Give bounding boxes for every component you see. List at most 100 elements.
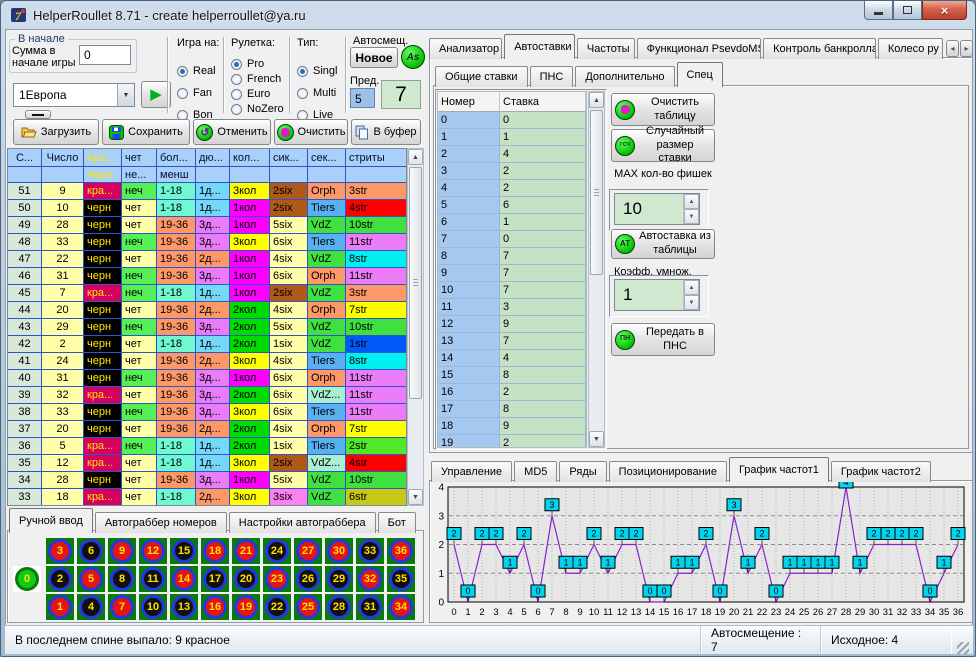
close-button[interactable]: ×: [922, 1, 967, 20]
bet-table-row[interactable]: 11: [438, 129, 586, 146]
roulette-number-3[interactable]: 3: [46, 538, 74, 564]
table-row[interactable]: 365кра...неч1-181д...2кол1sixTiers2str: [8, 438, 406, 455]
roulette-number-28[interactable]: 28: [325, 594, 353, 620]
roulette-number-12[interactable]: 12: [139, 538, 167, 564]
roulette-number-24[interactable]: 24: [263, 538, 291, 564]
maximize-button[interactable]: [893, 1, 922, 20]
new-button[interactable]: Новое: [350, 47, 398, 68]
chart-tab-5[interactable]: График частот2: [831, 461, 931, 482]
radio-pro[interactable]: Pro: [231, 58, 284, 70]
bet-table-row[interactable]: 70: [438, 231, 586, 248]
stepper-up-button[interactable]: ▲: [684, 280, 699, 295]
table-row[interactable]: 3428чернчет19-363д...1кол5sixVdZ10str: [8, 472, 406, 489]
bet-table-row[interactable]: 87: [438, 248, 586, 265]
bet-table-row[interactable]: 97: [438, 265, 586, 282]
roulette-number-11[interactable]: 11: [139, 566, 167, 592]
table-row[interactable]: 3932кра...чет19-363д...2кол6sixVdZ...11s…: [8, 387, 406, 404]
bet-table-row[interactable]: 56: [438, 197, 586, 214]
table-row[interactable]: 4420чернчет19-362д...2кол4sixOrph7str: [8, 302, 406, 319]
table-row[interactable]: 4833черннеч19-363д...3кол6sixTiers11str: [8, 234, 406, 251]
analyzer-tab-3[interactable]: Функционал PsevdoMS: [637, 38, 761, 59]
table-row[interactable]: 4631черннеч19-363д...1кол6sixOrph11str: [8, 268, 406, 285]
roulette-number-34[interactable]: 34: [387, 594, 415, 620]
chart-tab-3[interactable]: Позиционирование: [609, 461, 727, 482]
roulette-number-22[interactable]: 22: [263, 594, 291, 620]
resize-grip[interactable]: [957, 642, 969, 654]
input-tab-0[interactable]: Ручной ввод: [9, 508, 93, 533]
autobets-subtab-1[interactable]: ПНС: [530, 66, 574, 87]
send-to-pns-button[interactable]: ПН Передать в ПНС: [611, 323, 715, 356]
roulette-number-32[interactable]: 32: [356, 566, 384, 592]
bet-table-row[interactable]: 00: [438, 112, 586, 129]
bet-table-row[interactable]: 129: [438, 316, 586, 333]
table-row[interactable]: 3318кра...чет1-182д...3кол3sixVdZ6str: [8, 489, 406, 506]
roulette-number-30[interactable]: 30: [325, 538, 353, 564]
table-row[interactable]: 3833черннеч19-363д...3кол6sixTiers11str: [8, 404, 406, 421]
table-row[interactable]: 3512кра...чет1-181д...3кол2sixVdZ...4str: [8, 455, 406, 472]
roulette-number-2[interactable]: 2: [46, 566, 74, 592]
bet-table-row[interactable]: 32: [438, 163, 586, 180]
chevron-down-icon[interactable]: ▼: [117, 84, 134, 106]
game-select[interactable]: 1Европа ▼: [13, 83, 135, 107]
input-tab-2[interactable]: Настройки автограббера: [229, 512, 376, 533]
table-row[interactable]: 4928чернчет19-363д...1кол5sixVdZ10str: [8, 217, 406, 234]
coef-value[interactable]: 1: [615, 280, 683, 310]
clear-bet-table-button[interactable]: Очистить таблицу: [611, 93, 715, 126]
bet-table-row[interactable]: 113: [438, 299, 586, 316]
tab-scroll-left-button[interactable]: ◂: [946, 40, 959, 57]
bet-table-row[interactable]: 61: [438, 214, 586, 231]
table-row[interactable]: 422чернчет1-181д...2кол1sixVdZ1str: [8, 336, 406, 353]
radio-euro[interactable]: Euro: [231, 88, 284, 100]
stepper-down-button[interactable]: ▼: [684, 295, 699, 310]
roulette-number-17[interactable]: 17: [201, 566, 229, 592]
bet-table-row[interactable]: 144: [438, 350, 586, 367]
roulette-number-4[interactable]: 4: [77, 594, 105, 620]
chart-tab-2[interactable]: Ряды: [559, 461, 606, 482]
radio-french[interactable]: French: [231, 73, 284, 85]
undo-button[interactable]: ↺ Отменить: [193, 119, 271, 145]
table-row[interactable]: 519кра...неч1-181д...3кол2sixOrph3str: [8, 183, 406, 200]
table-row[interactable]: 4722чернчет19-362д...1кол4sixVdZ8str: [8, 251, 406, 268]
start-sum-input[interactable]: [79, 45, 131, 65]
roulette-number-6[interactable]: 6: [77, 538, 105, 564]
radio-multi[interactable]: Multi: [297, 87, 337, 99]
scroll-down-button[interactable]: ▼: [408, 489, 423, 505]
bet-table-row[interactable]: 189: [438, 418, 586, 435]
roulette-number-33[interactable]: 33: [356, 538, 384, 564]
roulette-number-0[interactable]: 0: [13, 566, 41, 592]
chart-tab-4[interactable]: График частот1: [729, 457, 829, 482]
bet-table-row[interactable]: 158: [438, 367, 586, 384]
roulette-number-35[interactable]: 35: [387, 566, 415, 592]
roulette-number-1[interactable]: 1: [46, 594, 74, 620]
bet-table-row[interactable]: 42: [438, 180, 586, 197]
analyzer-tab-5[interactable]: Колесо ру: [878, 38, 943, 59]
spins-table-scrollbar[interactable]: ▲ ▼: [407, 148, 424, 506]
roulette-number-23[interactable]: 23: [263, 566, 291, 592]
bet-table-row[interactable]: 107: [438, 282, 586, 299]
roulette-number-29[interactable]: 29: [325, 566, 353, 592]
collapse-button[interactable]: [25, 110, 51, 119]
bet-table-row[interactable]: 192: [438, 435, 586, 448]
table-row[interactable]: 4124чернчет19-362д...3кол4sixTiers8str: [8, 353, 406, 370]
tab-scroll-right-button[interactable]: ▸: [960, 40, 973, 57]
table-row[interactable]: 4031черннеч19-363д...1кол6sixOrph11str: [8, 370, 406, 387]
table-row[interactable]: 457кра...неч1-181д...1кол2sixVdZ3str: [8, 285, 406, 302]
autobets-subtab-3[interactable]: Спец: [677, 62, 723, 87]
roulette-number-8[interactable]: 8: [108, 566, 136, 592]
stepper-up-button[interactable]: ▲: [684, 194, 699, 209]
input-tab-3[interactable]: Бот: [378, 512, 416, 533]
scroll-up-button[interactable]: ▲: [408, 149, 423, 165]
analyzer-tab-1[interactable]: Автоставки: [504, 34, 575, 59]
input-tab-1[interactable]: Автограббер номеров: [95, 512, 227, 533]
roulette-number-16[interactable]: 16: [201, 594, 229, 620]
roulette-number-27[interactable]: 27: [294, 538, 322, 564]
bet-table-row[interactable]: 162: [438, 384, 586, 401]
analyzer-tab-2[interactable]: Частоты: [577, 38, 635, 59]
scroll-thumb[interactable]: [409, 167, 422, 399]
table-row[interactable]: 5010чернчет1-181д...1кол2sixTiers4str: [8, 200, 406, 217]
roulette-number-13[interactable]: 13: [170, 594, 198, 620]
minimize-button[interactable]: [864, 1, 893, 20]
roulette-number-31[interactable]: 31: [356, 594, 384, 620]
table-row[interactable]: 4329черннеч19-363д...2кол5sixVdZ10str: [8, 319, 406, 336]
roulette-number-14[interactable]: 14: [170, 566, 198, 592]
